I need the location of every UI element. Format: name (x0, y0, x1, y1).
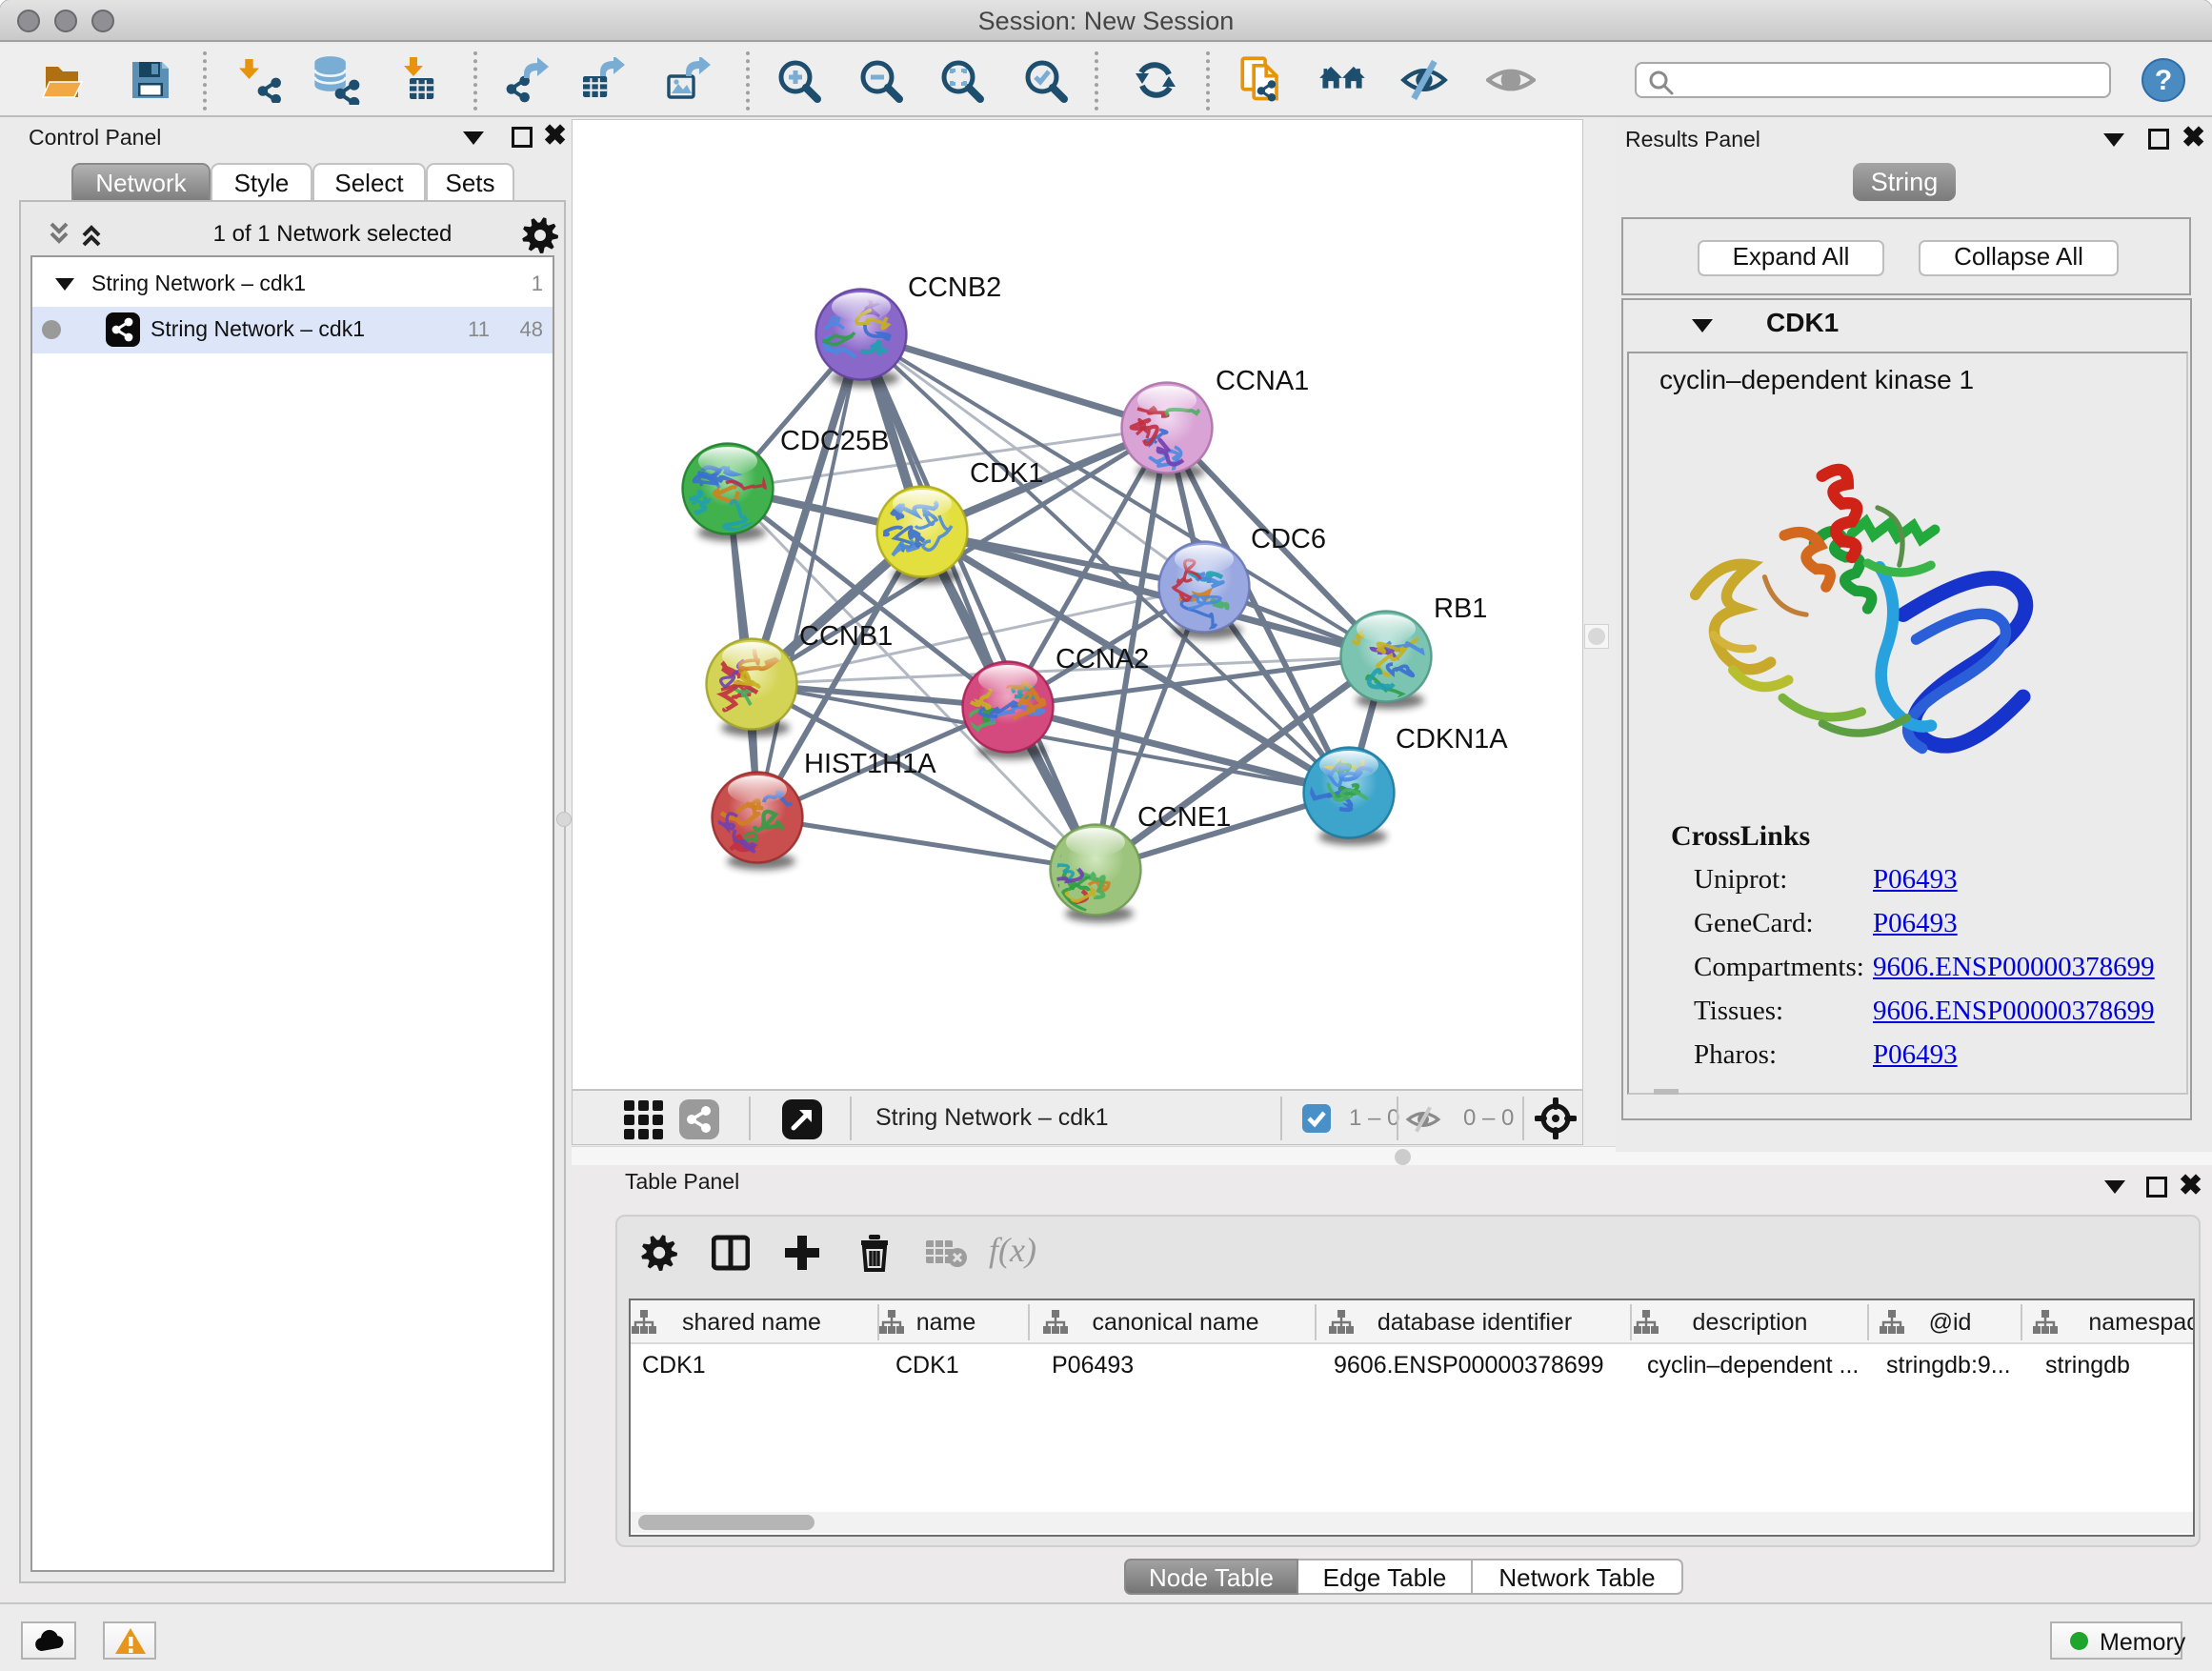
svg-text:?: ? (2155, 65, 2172, 96)
svg-text:CDC6: CDC6 (1251, 524, 1326, 554)
svg-text:CDC25B: CDC25B (780, 426, 889, 456)
svg-text:CCNE1: CCNE1 (1137, 802, 1231, 833)
svg-text:CCNA2: CCNA2 (1056, 644, 1149, 674)
svg-text:CDKN1A: CDKN1A (1396, 724, 1508, 755)
svg-text:HIST1H1A: HIST1H1A (804, 749, 936, 779)
svg-text:CDK1: CDK1 (970, 458, 1043, 489)
svg-text:CCNB1: CCNB1 (799, 621, 893, 652)
svg-text:CCNB2: CCNB2 (908, 272, 1001, 303)
svg-text:RB1: RB1 (1434, 594, 1487, 624)
svg-text:CCNA1: CCNA1 (1216, 366, 1309, 396)
